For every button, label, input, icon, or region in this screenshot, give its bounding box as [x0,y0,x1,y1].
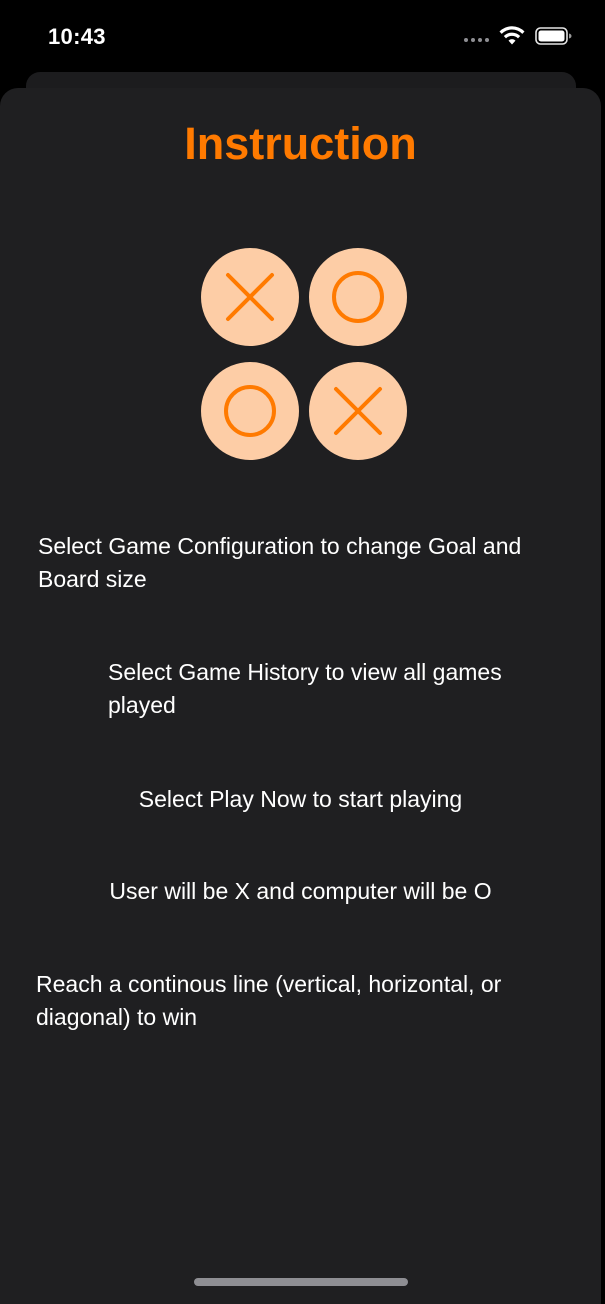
status-icons [464,26,573,46]
status-bar: 10:43 [0,0,605,78]
instruction-history: Select Game History to view all games pl… [108,659,502,718]
page-title: Instruction [184,118,417,169]
home-indicator[interactable] [194,1278,408,1286]
logo-cell-x-icon [309,362,407,460]
instruction-screen: 10:43 Instruction Select Game Configurat… [0,0,605,1304]
status-time: 10:43 [48,24,106,49]
tic-tac-toe-logo [201,248,409,460]
instruction-play-now: Select Play Now to start playing [138,786,463,812]
wifi-icon [499,26,525,45]
logo-cell-x-icon [201,248,299,346]
logo-cell-o-icon [309,248,407,346]
instruction-configuration: Select Game Configuration to change Goal… [38,533,522,592]
battery-icon [535,27,572,45]
instruction-players: User will be X and computer will be O [109,878,492,904]
cellular-signal-icon [464,38,489,42]
instruction-win-condition: Reach a continous line (vertical, horizo… [36,971,502,1030]
logo-cell-o-icon [201,362,299,460]
